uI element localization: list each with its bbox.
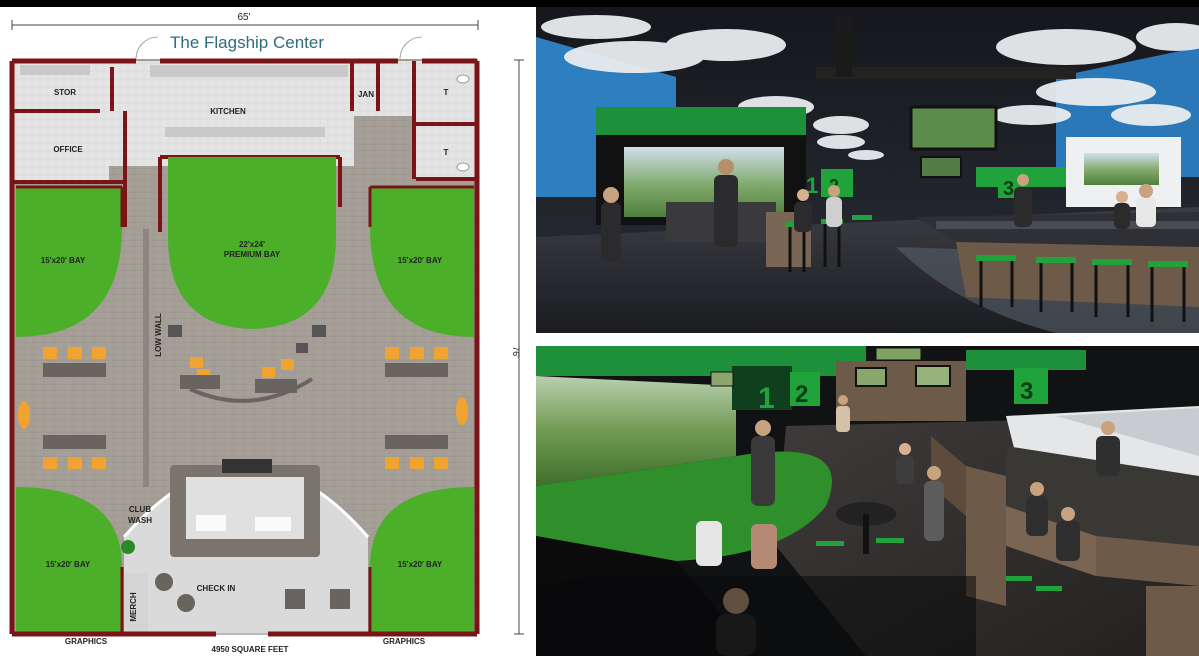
check-in-label: CHECK IN	[197, 584, 236, 593]
tv-screen	[909, 105, 998, 151]
premium-bay-label: PREMIUM BAY	[224, 250, 281, 259]
low-wall-label: LOW WALL	[154, 313, 163, 357]
room-toilet-1: T	[444, 88, 449, 97]
graphics-left-label: GRAPHICS	[65, 637, 108, 646]
room-kitchen: KITCHEN	[210, 107, 246, 116]
render-overhead-view: 1 2 3	[536, 346, 1199, 656]
render-lounge-view: 1 2 3	[536, 7, 1199, 333]
square-feet-label: 4950 SQUARE FEET	[212, 645, 289, 654]
top-bay-number-3: 3	[1003, 178, 1014, 200]
room-stor: STOR	[54, 88, 76, 97]
graphics-right-label: GRAPHICS	[383, 637, 426, 646]
bay-label-top-left: 15'x20' BAY	[41, 256, 86, 265]
plan-title: The Flagship Center	[170, 33, 324, 52]
bottom-bay-number-2: 2	[795, 381, 808, 408]
premium-bay-size: 22'x24'	[239, 240, 265, 249]
panel-divider-horizontal	[536, 333, 1199, 346]
height-dimension: 76'	[511, 346, 521, 358]
merch-label: MERCH	[129, 592, 138, 622]
room-jan: JAN	[358, 90, 374, 99]
top-border	[0, 0, 1199, 7]
wash-label: WASH	[128, 516, 152, 525]
bottom-bay-number-3: 3	[1020, 378, 1033, 405]
floor-plan: 65' 76' The Flagship Center STOR KITCHEN…	[0, 7, 532, 656]
width-dimension: 65'	[237, 12, 250, 23]
bottom-bay-number-1: 1	[758, 382, 775, 415]
club-label: CLUB	[129, 505, 151, 514]
bay-label-bottom-right: 15'x20' BAY	[398, 560, 443, 569]
room-toilet-2: T	[444, 148, 449, 157]
room-office: OFFICE	[53, 145, 83, 154]
bay-label-top-right: 15'x20' BAY	[398, 256, 443, 265]
bay-label-bottom-left: 15'x20' BAY	[46, 560, 91, 569]
